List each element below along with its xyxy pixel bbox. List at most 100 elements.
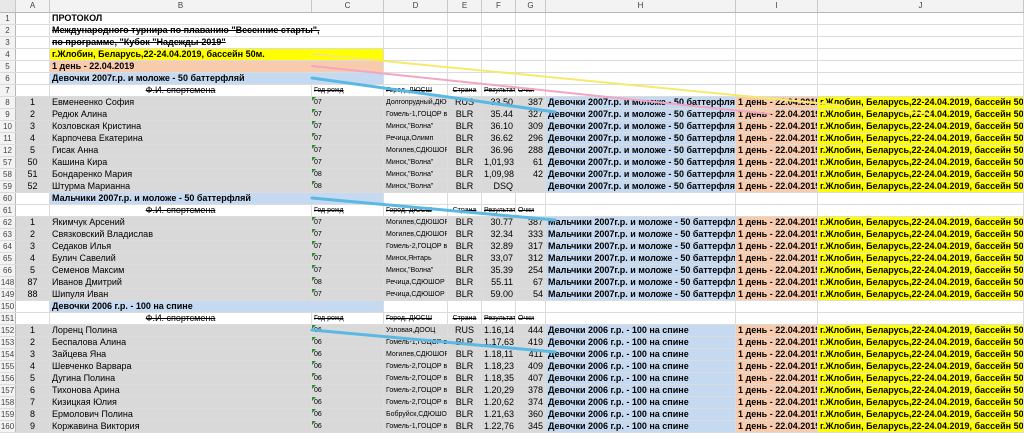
athlete-name[interactable]: Беспалова Алина (50, 337, 312, 348)
day-label[interactable]: 1 день - 22.04.2019 (736, 325, 818, 336)
day-label[interactable]: 1 день - 22.04.2019 (736, 169, 818, 180)
cell-d[interactable] (384, 193, 448, 204)
country[interactable]: BLR (448, 265, 482, 276)
points[interactable]: 409 (516, 361, 546, 372)
points[interactable]: 61 (516, 157, 546, 168)
venue-label[interactable]: г.Жлобин, Беларусь,22-24.04.2019, бассей… (818, 145, 1024, 156)
country[interactable]: BLR (448, 277, 482, 288)
column-header-j[interactable]: J (818, 0, 1024, 12)
city-school[interactable]: Могилев,СДЮШОР (384, 349, 448, 360)
column-header-c[interactable]: C (312, 0, 384, 12)
city-school[interactable]: Долгопрудный,ДЮСШ (384, 97, 448, 108)
country[interactable]: BLR (448, 157, 482, 168)
points[interactable]: 419 (516, 337, 546, 348)
event-name[interactable]: Девочки 2007г.р. и моложе - 50 баттерфля… (546, 157, 736, 168)
cell-j[interactable] (818, 61, 1024, 72)
row-number[interactable]: 150 (0, 301, 16, 312)
day-label[interactable]: 1 день - 22.04.2019 (736, 361, 818, 372)
country[interactable]: BLR (448, 373, 482, 384)
cell-i[interactable] (736, 49, 818, 60)
cell-h[interactable] (546, 193, 736, 204)
day-label[interactable]: 1 день - 22.04.2019 (736, 253, 818, 264)
cell-i[interactable] (736, 205, 818, 216)
row-number[interactable]: 10 (0, 121, 16, 132)
birth-year[interactable]: 07 (312, 229, 384, 240)
city-school[interactable]: Узловая,ДООЦ (384, 325, 448, 336)
city-school[interactable]: Могилев,СДЮШОР (384, 217, 448, 228)
event-name[interactable]: Девочки 2006 г.р. - 100 на спине (546, 325, 736, 336)
place-cell[interactable]: 1 (16, 97, 50, 108)
venue-label[interactable]: г.Жлобин, Беларусь,22-24.04.2019, бассей… (818, 409, 1024, 420)
cell-f[interactable] (482, 61, 516, 72)
column-header-d[interactable]: D (384, 0, 448, 12)
city-school[interactable]: Могилев,СДЮШОР (384, 145, 448, 156)
place-cell[interactable]: 1 (16, 217, 50, 228)
country[interactable]: BLR (448, 409, 482, 420)
place-cell[interactable]: 3 (16, 349, 50, 360)
city-school[interactable]: Минск,Янтарь (384, 253, 448, 264)
column-header-i[interactable]: I (736, 0, 818, 12)
cell-d[interactable] (384, 73, 448, 84)
cell-g[interactable] (516, 37, 546, 48)
cell-e[interactable] (448, 301, 482, 312)
cell-h[interactable] (546, 85, 736, 96)
venue-label[interactable]: г.Жлобин, Беларусь,22-24.04.2019, бассей… (818, 157, 1024, 168)
birth-year[interactable]: 07 (312, 97, 384, 108)
points[interactable]: 67 (516, 277, 546, 288)
cell-h[interactable] (546, 37, 736, 48)
event-name[interactable]: Мальчики 2007г.р. и моложе - 50 баттерфл… (546, 241, 736, 252)
result[interactable]: DSQ (482, 181, 516, 192)
points[interactable]: 345 (516, 421, 546, 432)
cell-h[interactable] (546, 13, 736, 24)
place-cell[interactable]: 87 (16, 277, 50, 288)
result[interactable]: 32.89 (482, 241, 516, 252)
result[interactable]: 1.21,63 (482, 409, 516, 420)
cell-f[interactable] (482, 37, 516, 48)
row-number[interactable]: 64 (0, 241, 16, 252)
place-cell[interactable]: 5 (16, 145, 50, 156)
row-number[interactable]: 58 (0, 169, 16, 180)
athlete-name[interactable]: Иванов Дмитрий (50, 277, 312, 288)
result[interactable]: 30.77 (482, 217, 516, 228)
protocol-header-text[interactable]: г.Жлобин, Беларусь,22-24.04.2019, бассей… (50, 49, 384, 60)
country[interactable]: BLR (448, 385, 482, 396)
result[interactable]: 1.22,76 (482, 421, 516, 432)
cell-i[interactable] (736, 73, 818, 84)
event-name[interactable]: Девочки 2006 г.р. - 100 на спине (546, 421, 736, 432)
subheader-city[interactable]: Город, ДЮСШ (384, 313, 448, 324)
cell-h[interactable] (546, 301, 736, 312)
protocol-header-text[interactable]: Девочки 2007г.р. и моложе - 50 баттерфля… (50, 73, 384, 84)
cell-i[interactable] (736, 301, 818, 312)
event-name[interactable]: Девочки 2007г.р. и моложе - 50 баттерфля… (546, 121, 736, 132)
venue-label[interactable]: г.Жлобин, Беларусь,22-24.04.2019, бассей… (818, 361, 1024, 372)
cell-d[interactable] (384, 25, 448, 36)
venue-label[interactable]: г.Жлобин, Беларусь,22-24.04.2019, бассей… (818, 385, 1024, 396)
select-all-corner[interactable] (0, 0, 16, 12)
event-name[interactable]: Девочки 2006 г.р. - 100 на спине (546, 409, 736, 420)
cell-e[interactable] (448, 13, 482, 24)
birth-year[interactable]: 07 (312, 133, 384, 144)
day-label[interactable]: 1 день - 22.04.2019 (736, 121, 818, 132)
birth-year[interactable]: 07 (312, 109, 384, 120)
cell-a[interactable] (16, 37, 50, 48)
day-label[interactable]: 1 день - 22.04.2019 (736, 337, 818, 348)
birth-year[interactable]: 06 (312, 337, 384, 348)
result[interactable]: 35.39 (482, 265, 516, 276)
event-name[interactable]: Девочки 2007г.р. и моложе - 50 баттерфля… (546, 109, 736, 120)
subheader-fio[interactable]: Ф.И. спортсмена (50, 313, 312, 324)
place-cell[interactable]: 8 (16, 409, 50, 420)
birth-year[interactable]: 08 (312, 277, 384, 288)
row-number[interactable]: 157 (0, 385, 16, 396)
subheader-result[interactable]: Результат (482, 205, 516, 216)
cell-e[interactable] (448, 25, 482, 36)
points[interactable]: 327 (516, 109, 546, 120)
venue-label[interactable]: г.Жлобин, Беларусь,22-24.04.2019, бассей… (818, 109, 1024, 120)
row-number[interactable]: 57 (0, 157, 16, 168)
points[interactable]: 333 (516, 229, 546, 240)
venue-label[interactable]: г.Жлобин, Беларусь,22-24.04.2019, бассей… (818, 265, 1024, 276)
points[interactable]: 378 (516, 385, 546, 396)
place-cell[interactable]: 5 (16, 373, 50, 384)
points[interactable]: 54 (516, 289, 546, 300)
venue-label[interactable]: г.Жлобин, Беларусь,22-24.04.2019, бассей… (818, 217, 1024, 228)
subheader-points[interactable]: Очки (516, 205, 546, 216)
